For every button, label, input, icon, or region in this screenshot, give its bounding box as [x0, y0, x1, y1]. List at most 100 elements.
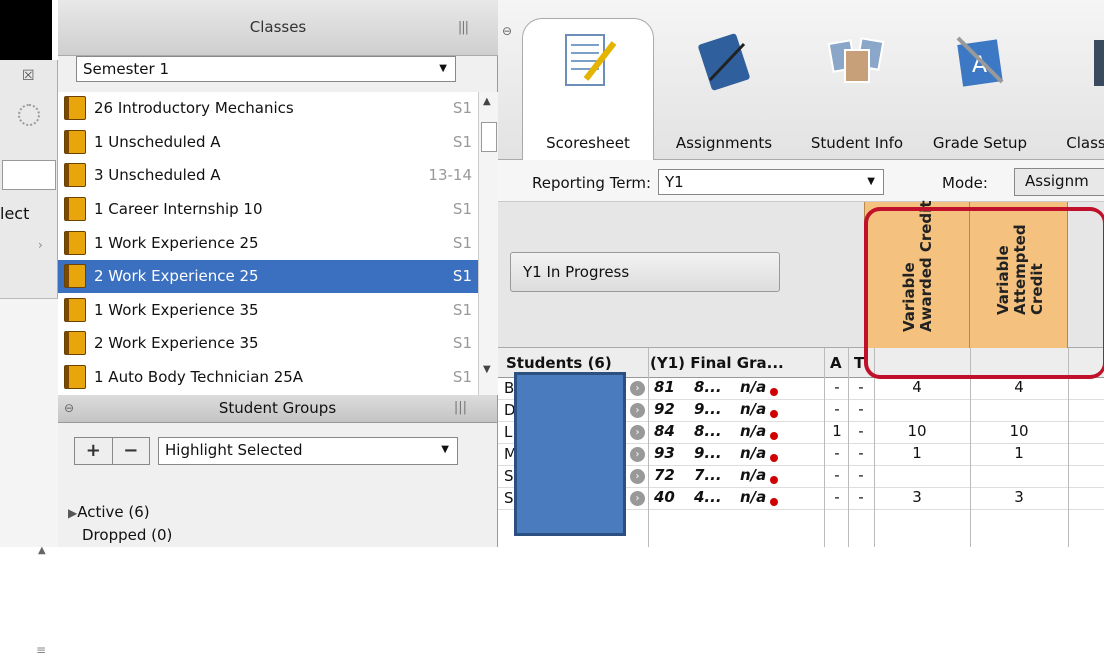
class-list-scrollbar[interactable]: ▲ ▼	[478, 92, 498, 395]
student-initial: B	[504, 379, 515, 397]
attempted-credit-value[interactable]: 1	[970, 444, 1068, 462]
scroll-thumb[interactable]	[481, 122, 497, 152]
final-percent-value: 8...	[694, 378, 722, 396]
tree-item-label: Active (6)	[77, 503, 150, 521]
class-list-item[interactable]: 26 Introductory Mechanics S1	[58, 92, 478, 126]
final-grade-column-header[interactable]: (Y1) Final Gra...	[650, 354, 784, 372]
class-list-item[interactable]: 2 Work Experience 25 S1	[58, 259, 478, 294]
semester-select[interactable]: Semester 1 ▼	[76, 56, 456, 82]
warning-dot-icon	[770, 410, 778, 418]
tab-grade-setup[interactable]: A Grade Setup	[930, 18, 1030, 160]
class-list-item[interactable]: 1 Unscheduled A S1	[58, 126, 478, 160]
final-grade-value: 81	[654, 378, 675, 396]
student-groups-panel: ⊖ Student Groups ||| + − Highlight Selec…	[58, 395, 498, 547]
group-add-remove: + −	[74, 437, 150, 465]
expand-triangle-icon[interactable]: ▶	[68, 506, 77, 520]
attempted-credit-value[interactable]: 3	[970, 488, 1068, 506]
tab-scoresheet[interactable]: Scoresheet	[522, 18, 654, 160]
collapse-icon[interactable]: ⊖	[64, 401, 74, 415]
gear-icon[interactable]	[18, 104, 40, 126]
tree-item-dropped[interactable]: Dropped (0)	[68, 524, 172, 546]
student-initial: S	[504, 489, 514, 507]
student-groups-title: Student Groups	[218, 399, 337, 417]
splitter-grip-icon[interactable]: ≡	[36, 643, 46, 657]
final-grade-value: 72	[654, 466, 675, 484]
row-arrow-icon[interactable]: ›	[630, 403, 645, 418]
students-column-header[interactable]: Students (6)	[506, 354, 612, 372]
attempted-credit-value[interactable]: 10	[970, 422, 1068, 440]
row-arrow-icon[interactable]: ›	[630, 381, 645, 396]
class-book-icon	[64, 365, 86, 390]
partial-label: lect	[0, 204, 30, 223]
a-value: -	[834, 378, 840, 396]
left-lower-panel: ▲ ≡	[0, 298, 58, 657]
class-term: 13-14	[428, 166, 472, 185]
column-divider	[648, 348, 649, 547]
warning-dot-icon	[770, 498, 778, 506]
class-book-icon	[64, 297, 86, 322]
mode-button[interactable]: Assignm	[1014, 168, 1104, 196]
close-icon[interactable]: ☒	[22, 68, 35, 84]
awarded-credit-value[interactable]: 1	[864, 444, 970, 462]
class-list-item[interactable]: 3 Unscheduled A 13-14	[58, 159, 478, 193]
chevron-down-icon[interactable]: ▼	[867, 176, 875, 187]
attempted-credit-value[interactable]: 4	[970, 378, 1068, 396]
collapse-icon[interactable]: ⊖	[502, 24, 512, 38]
panel-grip-icon[interactable]: |||	[454, 400, 467, 415]
final-percent-value: 9...	[694, 444, 722, 462]
row-arrow-icon[interactable]: ›	[630, 491, 645, 506]
tab-assignments-label: Assignments	[675, 134, 773, 152]
panel-grip-icon[interactable]: |||	[458, 20, 469, 35]
awarded-credit-value[interactable]: 3	[864, 488, 970, 506]
column-divider	[824, 348, 825, 547]
chevron-right-icon[interactable]: ›	[38, 238, 43, 252]
left-input-box[interactable]	[2, 160, 56, 190]
a-value: -	[834, 488, 840, 506]
remove-group-button[interactable]: −	[113, 438, 150, 464]
in-progress-button[interactable]: Y1 In Progress	[510, 252, 780, 292]
class-list-item[interactable]: 1 Career Internship 10 S1	[58, 193, 478, 227]
final-percent-value: 9...	[694, 400, 722, 418]
classes-panel-header: Classes |||	[58, 0, 498, 56]
tab-student-info[interactable]: Student Info	[802, 18, 912, 160]
row-arrow-icon[interactable]: ›	[630, 469, 645, 484]
scroll-down-icon[interactable]: ▼	[483, 364, 491, 375]
row-arrow-icon[interactable]: ›	[630, 425, 645, 440]
tab-class[interactable]: Class	[1046, 18, 1104, 160]
tab-bar: ⊖ Scoresheet Assignments Student Info A …	[498, 0, 1104, 160]
class-list-item[interactable]: 2 Work Experience 35 S1	[58, 327, 478, 361]
scroll-up-icon[interactable]: ▲	[483, 96, 491, 107]
class-term: S1	[452, 267, 472, 286]
semester-select-value: Semester 1	[83, 60, 169, 78]
reporting-term-row: Reporting Term: Y1 ▼ Mode: Assignm	[498, 160, 1104, 202]
add-group-button[interactable]: +	[75, 438, 113, 464]
a-value: 1	[832, 422, 842, 440]
a-column-header[interactable]: A	[830, 354, 842, 372]
chevron-down-icon[interactable]: ▼	[441, 444, 449, 455]
awarded-credit-value[interactable]: 10	[864, 422, 970, 440]
student-photos-icon	[827, 37, 885, 83]
reporting-term-select[interactable]: Y1 ▼	[658, 169, 884, 195]
t-column-header[interactable]: T	[854, 354, 864, 372]
column-divider	[848, 348, 849, 547]
student-initial: L	[504, 423, 513, 441]
t-value: -	[858, 466, 864, 484]
chevron-down-icon[interactable]: ▼	[439, 63, 447, 74]
row-arrow-icon[interactable]: ›	[630, 447, 645, 462]
final-percent-value: 7...	[694, 466, 722, 484]
final-grade-value: 40	[654, 488, 675, 506]
tree-item-active[interactable]: ▶Active (6)	[68, 501, 172, 524]
class-term: S1	[452, 233, 472, 252]
awarded-credit-value[interactable]: 4	[864, 378, 970, 396]
tree-item-label: Dropped (0)	[82, 526, 173, 544]
highlight-select[interactable]: Highlight Selected ▼	[158, 437, 458, 465]
redaction-box	[514, 372, 626, 536]
class-list-item[interactable]: 1 Work Experience 35 S1	[58, 294, 478, 328]
reporting-term-value: Y1	[665, 173, 684, 191]
class-term: S1	[452, 99, 472, 118]
class-list-item[interactable]: 1 Work Experience 25 S1	[58, 226, 478, 260]
highlight-select-value: Highlight Selected	[165, 441, 303, 459]
tab-assignments[interactable]: Assignments	[666, 18, 782, 160]
warning-dot-icon	[770, 454, 778, 462]
class-list-item[interactable]: 1 Auto Body Technician 25A S1	[58, 361, 478, 395]
